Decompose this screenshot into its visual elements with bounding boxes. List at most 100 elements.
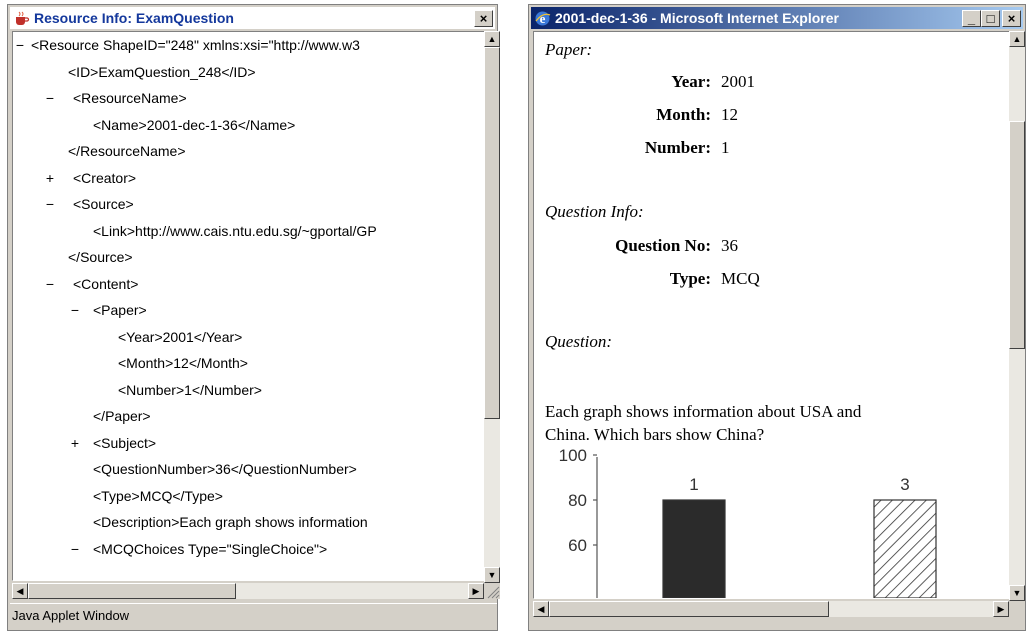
y-tick-label: 100 [559, 446, 587, 465]
collapse-icon[interactable]: − [43, 191, 57, 218]
close-icon: × [1007, 10, 1016, 26]
vertical-scrollbar[interactable]: ▲ ▼ [484, 31, 500, 583]
arrow-left-icon: ◀ [537, 603, 545, 614]
collapse-icon[interactable]: − [13, 32, 27, 59]
tree-node: </Source> [13, 244, 485, 271]
tree-node[interactable]: − <Resource ShapeID="248" xmlns:xsi="http… [13, 32, 485, 59]
arrow-down-icon: ▼ [487, 570, 497, 580]
tree-node: <Type>MCQ</Type> [13, 483, 485, 510]
close-button[interactable]: × [1002, 9, 1021, 27]
status-bar: Java Applet Window [10, 603, 497, 628]
tree-node-text: <Number>1</Number> [118, 381, 262, 398]
hscroll-thumb[interactable] [549, 601, 829, 617]
scroll-thumb[interactable] [484, 47, 500, 419]
y-tick-label: 60 [568, 536, 587, 555]
tree-node: <Number>1</Number> [13, 377, 485, 404]
maximize-button[interactable]: □ [981, 9, 1000, 27]
window-title: 2001-dec-1-36 - Microsoft Internet Explo… [555, 10, 839, 26]
maximize-icon: □ [986, 10, 995, 26]
collapse-icon[interactable]: − [43, 271, 57, 298]
resize-grip-icon[interactable] [484, 583, 500, 599]
tree-node: </ResourceName> [13, 138, 485, 165]
tree-node-text: <ID>ExamQuestion_248</ID> [68, 63, 256, 80]
tree-node-text: <Year>2001</Year> [118, 328, 243, 345]
collapse-icon[interactable]: − [68, 536, 82, 563]
scroll-up-button[interactable]: ▲ [1009, 31, 1025, 47]
tree-node-text: </Source> [68, 249, 133, 265]
scroll-left-button[interactable]: ◀ [12, 583, 28, 599]
svg-text:e: e [540, 11, 546, 26]
tree-node-text: </ResourceName> [68, 143, 186, 159]
minimize-icon: _ [967, 10, 976, 26]
ie-logo-icon: e [535, 11, 551, 26]
tree-node-text: <Month>12</Month> [118, 355, 248, 371]
collapse-icon[interactable]: − [68, 297, 82, 324]
scroll-left-button[interactable]: ◀ [533, 601, 549, 617]
tree-node: </Paper> [13, 403, 485, 430]
scroll-down-button[interactable]: ▼ [1009, 585, 1025, 601]
arrow-right-icon: ▶ [472, 585, 480, 596]
tree-node: <QuestionNumber>36</QuestionNumber> [13, 456, 485, 483]
scroll-right-button[interactable]: ▶ [468, 583, 484, 599]
tree-node[interactable]: − <Source> [13, 191, 485, 218]
scroll-up-button[interactable]: ▲ [484, 31, 500, 47]
bar-3 [873, 499, 937, 598]
tree-node-text: <Link>http://www.cais.ntu.edu.sg/~gporta… [93, 222, 377, 239]
horizontal-scrollbar[interactable]: ◀ ▶ [12, 583, 484, 599]
collapse-icon[interactable]: − [43, 85, 57, 112]
browser-content[interactable]: Paper: Year: 2001 Month: 12 Number: 1 Qu… [533, 31, 1011, 599]
tree-node-text: <Type>MCQ</Type> [93, 487, 223, 504]
arrow-up-icon: ▲ [487, 34, 497, 44]
arrow-left-icon: ◀ [16, 585, 24, 596]
expand-icon[interactable]: + [43, 165, 57, 192]
tree-node: <Description>Each graph shows informatio… [13, 509, 485, 536]
minimize-button[interactable]: _ [962, 9, 981, 27]
arrow-right-icon: ▶ [997, 603, 1005, 614]
horizontal-scrollbar[interactable]: ◀ ▶ [533, 601, 1009, 617]
y-tick-label: 80 [568, 491, 587, 510]
xml-tree: − <Resource ShapeID="248" xmlns:xsi="http… [13, 32, 485, 562]
tree-node-text: <Source> [73, 196, 134, 212]
tree-node-text: <Description>Each graph shows informatio… [93, 514, 368, 530]
tree-node-text: </Paper> [93, 408, 151, 424]
ie-window: e 2001-dec-1-36 - Microsoft Internet Exp… [528, 4, 1026, 631]
close-button[interactable]: × [474, 9, 493, 27]
tree-node[interactable]: + <Creator> [13, 165, 485, 192]
resource-info-titlebar[interactable]: Resource Info: ExamQuestion × [10, 7, 495, 29]
scroll-down-button[interactable]: ▼ [484, 567, 500, 583]
tree-node-text: <Resource ShapeID="248" xmlns:xsi="http:… [31, 37, 360, 53]
tree-node-text: <Subject> [93, 434, 157, 451]
tree-node: <Month>12</Month> [13, 350, 485, 377]
tree-node: <Year>2001</Year> [13, 324, 485, 351]
tree-node-text: <Content> [73, 275, 139, 292]
hscroll-thumb[interactable] [28, 583, 236, 599]
tree-node[interactable]: + <Subject> [13, 430, 485, 457]
ie-titlebar[interactable]: e 2001-dec-1-36 - Microsoft Internet Exp… [531, 7, 1023, 29]
tree-node[interactable]: − <ResourceName> [13, 85, 485, 112]
tree-node: <Name>2001-dec-1-36</Name> [13, 112, 485, 139]
arrow-down-icon: ▼ [1012, 588, 1022, 598]
tree-node[interactable]: − <MCQChoices Type="SingleChoice"> [13, 536, 485, 563]
bar-1 [662, 499, 726, 598]
tree-node-text: <Creator> [73, 169, 137, 186]
tree-node-text: <MCQChoices Type="SingleChoice"> [93, 540, 328, 557]
vertical-scrollbar[interactable]: ▲ ▼ [1009, 31, 1025, 601]
expand-icon[interactable]: + [68, 430, 82, 457]
tree-node-text: <ResourceName> [73, 90, 187, 106]
tree-node: <ID>ExamQuestion_248</ID> [13, 59, 485, 86]
xml-tree-view[interactable]: − <Resource ShapeID="248" xmlns:xsi="http… [12, 31, 486, 581]
scroll-thumb[interactable] [1009, 121, 1025, 349]
tree-node-text: <Name>2001-dec-1-36</Name> [93, 116, 296, 133]
tree-node[interactable]: − <Content> [13, 271, 485, 298]
java-cup-icon [16, 11, 30, 25]
window-title: Resource Info: ExamQuestion [34, 10, 234, 26]
close-icon: × [479, 10, 488, 26]
resource-info-window: Resource Info: ExamQuestion × − <Resource… [7, 4, 500, 631]
tree-node-text: <Paper> [93, 302, 147, 318]
bar-label: 1 [689, 475, 698, 494]
scroll-right-button[interactable]: ▶ [993, 601, 1009, 617]
arrow-up-icon: ▲ [1012, 34, 1022, 44]
bar-chart: 100 80 60 1 3 [559, 446, 937, 598]
tree-node[interactable]: − <Paper> [13, 297, 485, 324]
bar-label: 3 [900, 475, 909, 494]
